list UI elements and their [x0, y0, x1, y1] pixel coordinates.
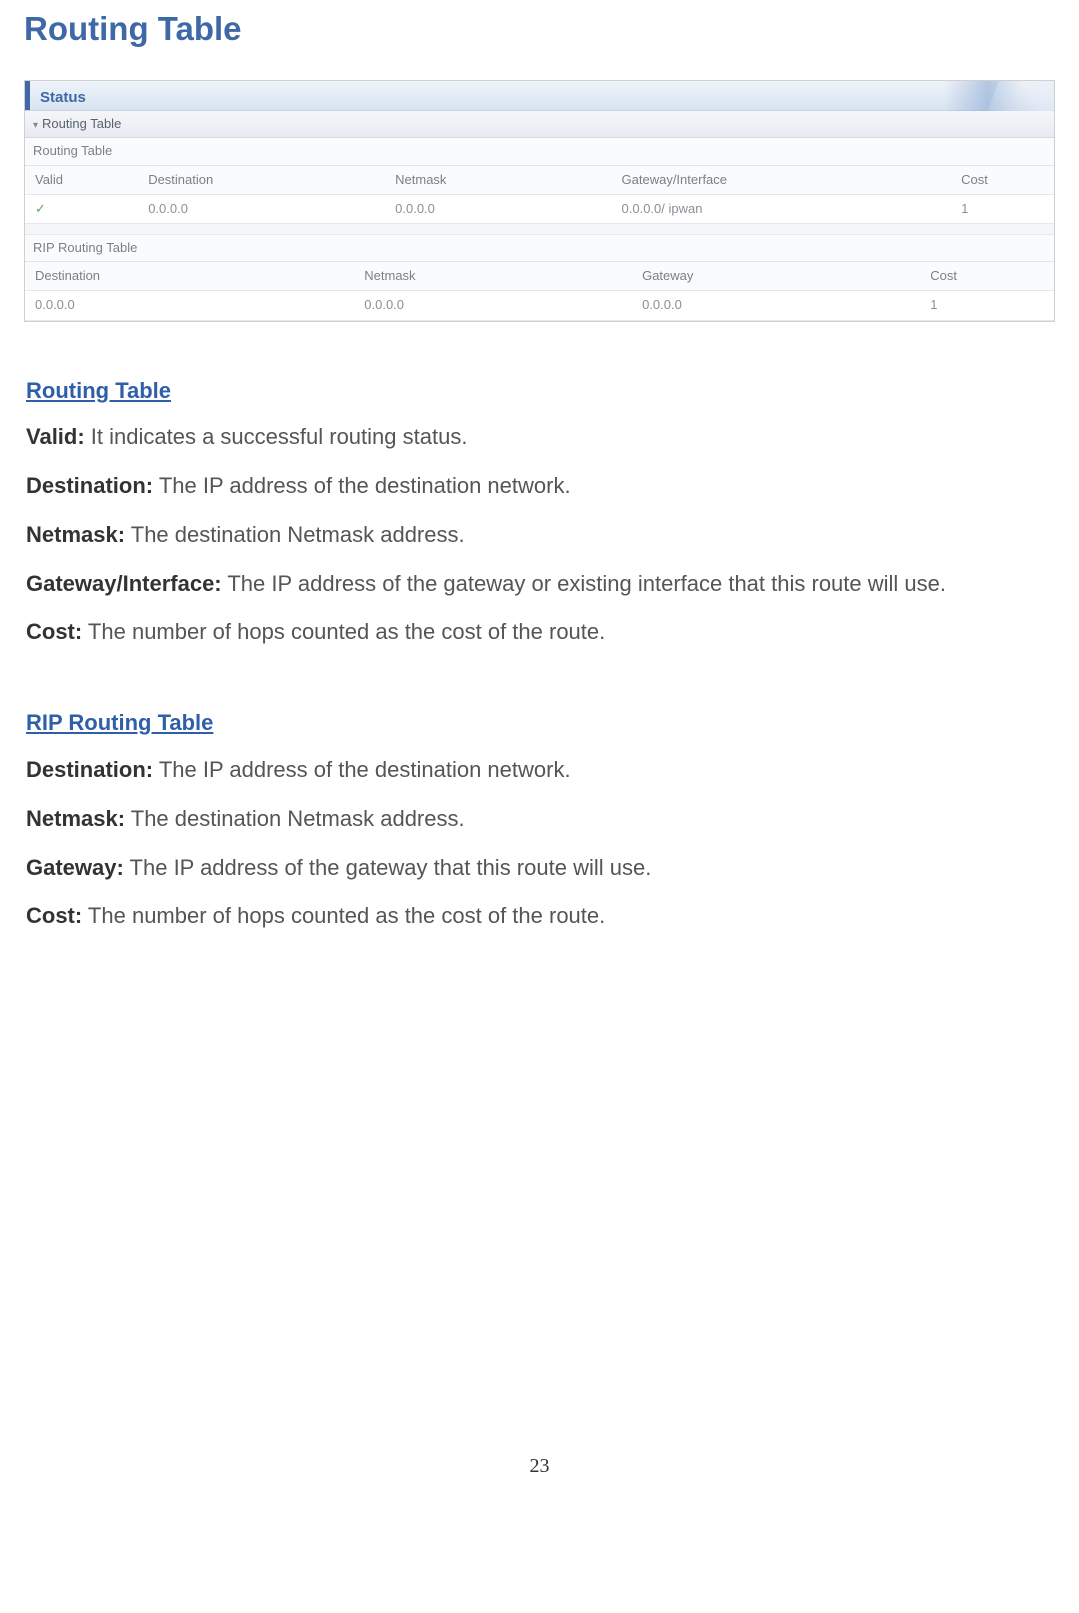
term: Gateway/Interface:	[26, 571, 222, 596]
desc: The destination Netmask address.	[125, 806, 465, 831]
cell-cost: 1	[951, 194, 1054, 223]
routing-table-subtitle: Routing Table	[25, 138, 1054, 165]
term: Cost:	[26, 619, 82, 644]
term: Netmask:	[26, 806, 125, 831]
table-row: 0.0.0.0 0.0.0.0 0.0.0.0 1	[25, 291, 1054, 320]
doc-text: Routing Table Valid: It indicates a succ…	[24, 362, 1055, 933]
term: Destination:	[26, 757, 153, 782]
desc: The number of hops counted as the cost o…	[82, 903, 605, 928]
rip-col-cost: Cost	[920, 262, 1054, 291]
def-destination: Destination: The IP address of the desti…	[26, 471, 1053, 502]
def-gateway-interface: Gateway/Interface: The IP address of the…	[26, 569, 1053, 600]
col-netmask: Netmask	[385, 166, 611, 195]
rip-def-gateway: Gateway: The IP address of the gateway t…	[26, 853, 1053, 884]
term: Destination:	[26, 473, 153, 498]
col-valid: Valid	[25, 166, 138, 195]
term: Netmask:	[26, 522, 125, 547]
page-number: 23	[24, 1452, 1055, 1480]
rip-routing-table-link[interactable]: RIP Routing Table	[26, 708, 213, 739]
rip-cell-destination: 0.0.0.0	[25, 291, 354, 320]
cell-gateway: 0.0.0.0/ ipwan	[612, 194, 952, 223]
col-destination: Destination	[138, 166, 385, 195]
desc: The destination Netmask address.	[125, 522, 465, 547]
def-cost: Cost: The number of hops counted as the …	[26, 617, 1053, 648]
desc: The number of hops counted as the cost o…	[82, 619, 605, 644]
status-label: Status	[30, 81, 96, 110]
desc: The IP address of the destination networ…	[153, 473, 570, 498]
rip-col-netmask: Netmask	[354, 262, 632, 291]
cell-destination: 0.0.0.0	[138, 194, 385, 223]
desc: The IP address of the destination networ…	[153, 757, 570, 782]
def-netmask: Netmask: The destination Netmask address…	[26, 520, 1053, 551]
term: Gateway:	[26, 855, 124, 880]
rip-col-gateway: Gateway	[632, 262, 920, 291]
rip-def-destination: Destination: The IP address of the desti…	[26, 755, 1053, 786]
rip-cell-netmask: 0.0.0.0	[354, 291, 632, 320]
routing-table: Valid Destination Netmask Gateway/Interf…	[25, 166, 1054, 235]
rip-cell-cost: 1	[920, 291, 1054, 320]
def-valid: Valid: It indicates a successful routing…	[26, 422, 1053, 453]
rip-def-cost: Cost: The number of hops counted as the …	[26, 901, 1053, 932]
routing-table-link[interactable]: Routing Table	[26, 376, 171, 407]
term: Cost:	[26, 903, 82, 928]
header-decor	[944, 81, 1054, 111]
table-row: ✓ 0.0.0.0 0.0.0.0 0.0.0.0/ ipwan 1	[25, 194, 1054, 223]
cell-netmask: 0.0.0.0	[385, 194, 611, 223]
desc: The IP address of the gateway that this …	[124, 855, 651, 880]
rip-def-netmask: Netmask: The destination Netmask address…	[26, 804, 1053, 835]
page-title: Routing Table	[24, 6, 1055, 52]
check-icon: ✓	[35, 201, 46, 216]
desc: The IP address of the gateway or existin…	[222, 571, 946, 596]
panel-header: Status	[25, 81, 1054, 111]
col-gateway-interface: Gateway/Interface	[612, 166, 952, 195]
routing-table-section-header[interactable]: Routing Table	[25, 111, 1054, 138]
status-panel: Status Routing Table Routing Table Valid…	[24, 80, 1055, 321]
rip-routing-table: Destination Netmask Gateway Cost 0.0.0.0…	[25, 262, 1054, 320]
rip-cell-gateway: 0.0.0.0	[632, 291, 920, 320]
rip-col-destination: Destination	[25, 262, 354, 291]
col-cost: Cost	[951, 166, 1054, 195]
desc: It indicates a successful routing status…	[85, 424, 468, 449]
rip-routing-table-subtitle: RIP Routing Table	[25, 235, 1054, 262]
term: Valid:	[26, 424, 85, 449]
